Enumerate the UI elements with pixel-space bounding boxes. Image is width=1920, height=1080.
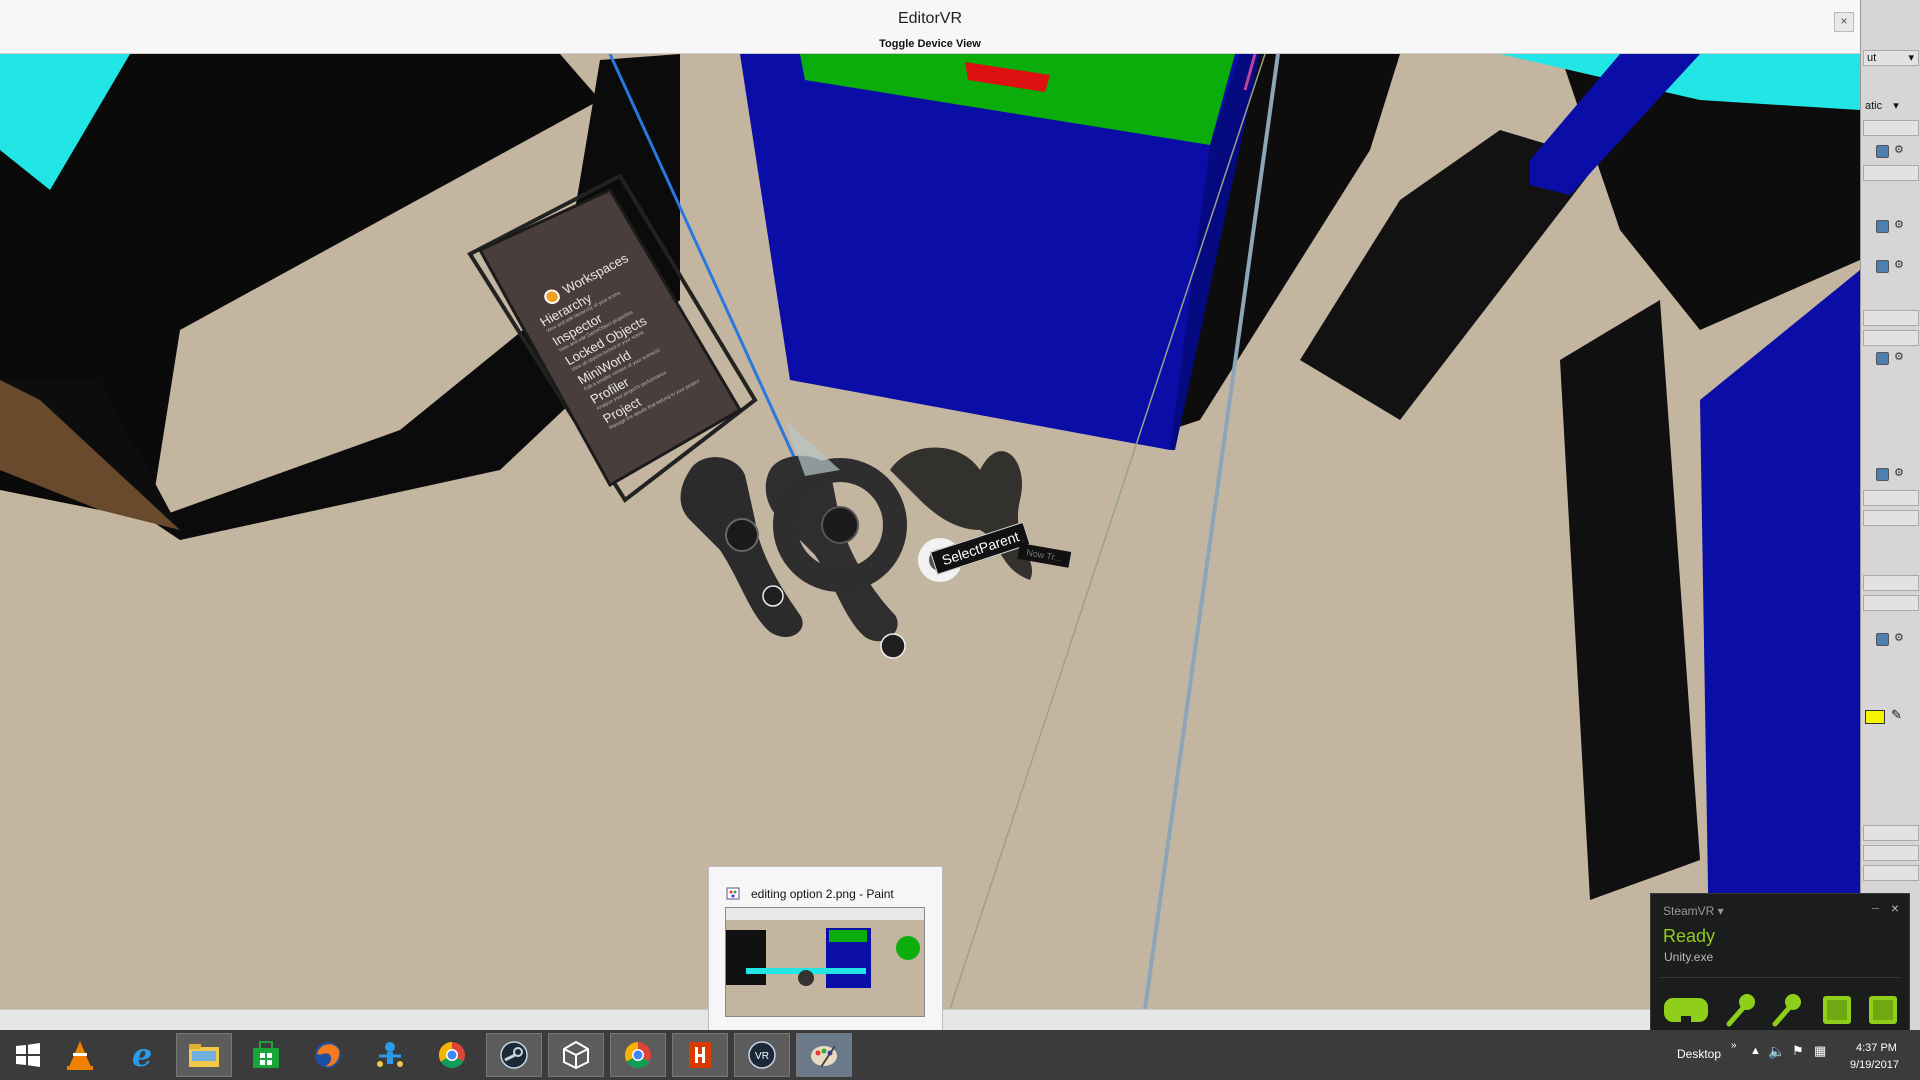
thumbnail-image [725, 907, 925, 1017]
steamvr-status-panel: SteamVR ▾ – × Ready Unity.exe [1650, 893, 1910, 1035]
vlc-icon [67, 1041, 93, 1070]
network-app-taskbar-button[interactable] [362, 1033, 418, 1077]
toggle-device-view-button[interactable]: Toggle Device View [0, 38, 1860, 50]
chrome-2-taskbar-button[interactable] [610, 1033, 666, 1077]
base-station-2-icon[interactable] [1865, 992, 1901, 1028]
start-button[interactable] [0, 1033, 56, 1077]
help-icon[interactable] [1876, 145, 1889, 158]
chrome-taskbar-button[interactable] [424, 1033, 480, 1077]
inspector-dropdown-2[interactable]: atic ▾ [1865, 99, 1899, 112]
inspector-field[interactable] [1863, 490, 1919, 506]
clock-date[interactable]: 9/19/2017 [1850, 1059, 1899, 1071]
inspector-field[interactable] [1863, 595, 1919, 611]
thumbnail-label: editing option 2.png - Paint [751, 887, 894, 901]
action-center-flag-icon[interactable]: ⚑ [1792, 1043, 1804, 1059]
eyedropper-icon[interactable]: ✎ [1891, 707, 1902, 723]
store-icon [253, 1041, 279, 1068]
inspector-field[interactable] [1863, 120, 1919, 136]
chrome-icon [624, 1041, 651, 1069]
steam-icon [500, 1041, 528, 1069]
svg-text:VR: VR [755, 1051, 769, 1062]
inspector-field[interactable] [1863, 865, 1919, 881]
inspector-dropdown-2-value: atic [1865, 100, 1883, 112]
desktop-toolbar-chevron[interactable]: » [1731, 1040, 1737, 1051]
window-titlebar: EditorVR Toggle Device View × [0, 0, 1860, 54]
steamvr-app-name: Unity.exe [1664, 950, 1714, 964]
inspector-field[interactable] [1863, 845, 1919, 861]
dropdown-arrow-icon: ▾ [1893, 100, 1899, 112]
chrome-icon [438, 1041, 465, 1069]
desktop-toolbar-label[interactable]: Desktop [1677, 1047, 1721, 1061]
paint-taskbar-button[interactable] [796, 1033, 852, 1077]
gear-icon[interactable]: ⚙ [1894, 633, 1905, 644]
steamvr-taskbar-button[interactable]: VR [734, 1033, 790, 1077]
close-button[interactable]: × [1834, 12, 1854, 32]
steam-taskbar-button[interactable] [486, 1033, 542, 1077]
inspector-field[interactable] [1863, 165, 1919, 181]
gear-icon[interactable]: ⚙ [1894, 145, 1905, 156]
gear-icon[interactable]: ⚙ [1894, 260, 1905, 271]
inspector-field[interactable] [1863, 310, 1919, 326]
office-taskbar-button[interactable] [672, 1033, 728, 1077]
clock-time[interactable]: 4:37 PM [1856, 1042, 1897, 1054]
store-taskbar-button[interactable] [238, 1033, 294, 1077]
internet-explorer-icon: e [131, 1036, 153, 1074]
inspector-dropdown-1[interactable]: ut ▾ [1863, 50, 1919, 66]
dropdown-arrow-icon: ▾ [1908, 52, 1914, 64]
office-icon [689, 1042, 711, 1068]
inspector-field[interactable] [1863, 575, 1919, 591]
ie-taskbar-button[interactable]: e [114, 1033, 170, 1077]
paint-app-icon [726, 887, 740, 900]
taskbar-thumbnail-preview[interactable]: editing option 2.png - Paint [708, 866, 943, 1032]
help-icon[interactable] [1876, 633, 1889, 646]
headset-icon[interactable] [1663, 992, 1709, 1028]
file-explorer-taskbar-button[interactable] [176, 1033, 232, 1077]
steamvr-close-button[interactable]: × [1891, 900, 1899, 916]
firefox-taskbar-button[interactable] [300, 1033, 356, 1077]
network-people-icon [377, 1042, 403, 1067]
unity-inspector-panel: ut ▾ atic ▾ ⚙ ⚙ ⚙ ⚙ ⚙ ⚙ ✎ [1860, 0, 1920, 1030]
windows-logo-icon [16, 1043, 40, 1067]
volume-icon[interactable]: 🔈 [1768, 1043, 1785, 1060]
controller-right-icon[interactable] [1769, 992, 1805, 1028]
folder-icon [189, 1044, 219, 1067]
vlc-taskbar-button[interactable] [52, 1033, 108, 1077]
gear-icon[interactable]: ⚙ [1894, 468, 1905, 479]
firefox-icon [315, 1042, 341, 1068]
paint-palette-icon [811, 1045, 837, 1068]
help-icon[interactable] [1876, 220, 1889, 233]
steamvr-menu-button[interactable]: SteamVR ▾ [1663, 904, 1724, 918]
color-swatch[interactable] [1865, 710, 1885, 724]
controller-left-icon[interactable] [1723, 992, 1759, 1028]
base-station-1-icon[interactable] [1819, 992, 1855, 1028]
help-icon[interactable] [1876, 352, 1889, 365]
inspector-field[interactable] [1863, 510, 1919, 526]
unity-taskbar-button[interactable] [548, 1033, 604, 1077]
unity-icon [563, 1040, 589, 1070]
steamvr-minimize-button[interactable]: – [1872, 900, 1879, 915]
help-icon[interactable] [1876, 468, 1889, 481]
inspector-field[interactable] [1863, 825, 1919, 841]
show-hidden-icons-button[interactable]: ▲ [1750, 1045, 1761, 1057]
gear-icon[interactable]: ⚙ [1894, 220, 1905, 231]
inspector-field[interactable] [1863, 330, 1919, 346]
network-icon[interactable]: ▦ [1814, 1043, 1826, 1059]
window-title: EditorVR [897, 10, 963, 27]
inspector-dropdown-1-value: ut [1867, 52, 1877, 64]
help-icon[interactable] [1876, 260, 1889, 273]
windows-taskbar: e VR Desktop » ▲ 🔈 ⚑ ▦ 4:37 PM 9/19/2017 [0, 1030, 1920, 1080]
gear-icon[interactable]: ⚙ [1894, 352, 1905, 363]
steamvr-status: Ready [1663, 926, 1716, 946]
steamvr-icon: VR [748, 1041, 776, 1069]
